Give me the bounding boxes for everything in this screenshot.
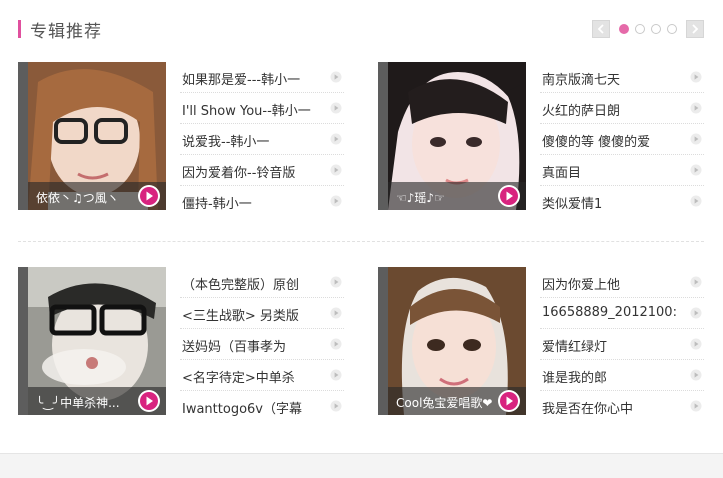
play-icon[interactable] [690, 338, 702, 350]
cover-play-button[interactable] [138, 185, 160, 207]
album-cover-caption: ☜♪瑶♪☞ [396, 191, 445, 205]
song-item[interactable]: 类似爱情1 [540, 186, 704, 217]
pager-dot-1[interactable] [619, 24, 629, 34]
play-icon[interactable] [690, 276, 702, 288]
song-title[interactable]: 南京版滴七天 [542, 69, 682, 88]
play-icon[interactable] [690, 369, 702, 381]
song-item[interactable]: 16658889_2012100: [540, 298, 704, 329]
song-title[interactable]: 我是否在你心中 [542, 398, 682, 417]
play-icon[interactable] [690, 195, 702, 207]
play-icon[interactable] [330, 276, 342, 288]
song-item[interactable]: 僵持-韩小一 [180, 186, 344, 217]
pager-dot-3[interactable] [651, 24, 661, 34]
play-icon[interactable] [690, 133, 702, 145]
song-item[interactable]: 送妈妈（百事孝为 [180, 329, 344, 360]
song-item[interactable]: 因为你爱上他 [540, 267, 704, 298]
song-item[interactable]: 我是否在你心中 [540, 391, 704, 422]
album-cover[interactable]: ☜♪瑶♪☞ [378, 62, 526, 210]
song-title[interactable]: 因为爱着你--铃音版 [182, 162, 322, 181]
prev-page-button[interactable] [592, 20, 610, 38]
album-card: ╰‿╯中单杀神... （本色完整版）原创 <三生战歌> 另类版 送妈妈（百事孝为… [18, 267, 344, 417]
song-item[interactable]: <名字待定>中单杀 [180, 360, 344, 391]
song-item[interactable]: <三生战歌> 另类版 [180, 298, 344, 329]
cover-play-button[interactable] [498, 185, 520, 207]
pager-dot-2[interactable] [635, 24, 645, 34]
song-title[interactable]: 类似爱情1 [542, 193, 682, 212]
pager-dot-4[interactable] [667, 24, 677, 34]
play-icon[interactable] [330, 195, 342, 207]
song-title[interactable]: 爱情红绿灯 [542, 336, 682, 355]
song-title[interactable]: 傻傻的等 傻傻的爱 [542, 131, 682, 150]
album-cover-caption: Cool兔宝爱唱歌❤ [396, 396, 492, 410]
song-item[interactable]: 说爱我--韩小一 [180, 124, 344, 155]
song-item[interactable]: I'll Show You--韩小一 [180, 93, 344, 124]
play-icon[interactable] [330, 400, 342, 412]
song-item[interactable]: （本色完整版）原创 [180, 267, 344, 298]
song-list: 因为你爱上他 16658889_2012100: 爱情红绿灯 谁是我的郎 我是否… [540, 267, 704, 422]
song-title[interactable]: <名字待定>中单杀 [182, 367, 322, 386]
song-title[interactable]: <三生战歌> 另类版 [182, 305, 322, 324]
song-title[interactable]: 真面目 [542, 162, 682, 181]
play-icon[interactable] [330, 369, 342, 381]
play-icon [500, 392, 518, 410]
album-cover[interactable]: 依依丶♫つ風ヽ [18, 62, 166, 210]
chevron-right-icon [692, 24, 699, 34]
section-title: 专辑推荐 [30, 22, 102, 42]
song-item[interactable]: 因为爱着你--铃音版 [180, 155, 344, 186]
cover-play-button[interactable] [138, 390, 160, 412]
song-title[interactable]: 因为你爱上他 [542, 274, 682, 293]
play-icon[interactable] [330, 338, 342, 350]
song-title[interactable]: 说爱我--韩小一 [182, 131, 322, 150]
play-icon[interactable] [330, 102, 342, 114]
play-icon[interactable] [690, 164, 702, 176]
song-list: 南京版滴七天 火红的萨日朗 傻傻的等 傻傻的爱 真面目 类似爱情1 [540, 62, 704, 217]
song-item[interactable]: Iwanttogo6v（字幕 [180, 391, 344, 422]
play-icon [500, 187, 518, 205]
carousel-pager [592, 20, 704, 38]
play-icon [140, 187, 158, 205]
cover-play-button[interactable] [498, 390, 520, 412]
play-icon[interactable] [690, 71, 702, 83]
play-icon[interactable] [690, 102, 702, 114]
song-item[interactable]: 南京版滴七天 [540, 62, 704, 93]
play-icon [140, 392, 158, 410]
album-cover-caption: 依依丶♫つ風ヽ [36, 191, 119, 205]
song-item[interactable]: 傻傻的等 傻傻的爱 [540, 124, 704, 155]
song-title[interactable]: 16658889_2012100: [542, 305, 682, 320]
song-item[interactable]: 谁是我的郎 [540, 360, 704, 391]
album-card: ☜♪瑶♪☞ 南京版滴七天 火红的萨日朗 傻傻的等 傻傻的爱 真面目 类似爱情1 [378, 62, 704, 212]
song-title[interactable]: 僵持-韩小一 [182, 193, 322, 212]
song-list: 如果那是爱---韩小一 I'll Show You--韩小一 说爱我--韩小一 … [180, 62, 344, 217]
play-icon[interactable] [330, 133, 342, 145]
album-card: Cool兔宝爱唱歌❤ 因为你爱上他 16658889_2012100: 爱情红绿… [378, 267, 704, 417]
play-icon[interactable] [690, 400, 702, 412]
album-cover-caption: ╰‿╯中单杀神... [36, 396, 120, 410]
song-title[interactable]: 如果那是爱---韩小一 [182, 69, 322, 88]
album-cover[interactable]: Cool兔宝爱唱歌❤ [378, 267, 526, 415]
section-divider [18, 241, 704, 242]
next-page-button[interactable] [686, 20, 704, 38]
play-icon[interactable] [330, 164, 342, 176]
play-icon[interactable] [690, 307, 702, 319]
header-accent-bar [18, 20, 21, 38]
song-list: （本色完整版）原创 <三生战歌> 另类版 送妈妈（百事孝为 <名字待定>中单杀 … [180, 267, 344, 422]
play-icon[interactable] [330, 71, 342, 83]
album-cover[interactable]: ╰‿╯中单杀神... [18, 267, 166, 415]
song-item[interactable]: 火红的萨日朗 [540, 93, 704, 124]
song-item[interactable]: 爱情红绿灯 [540, 329, 704, 360]
song-title[interactable]: Iwanttogo6v（字幕 [182, 398, 322, 417]
song-title[interactable]: 火红的萨日朗 [542, 100, 682, 119]
section-header: 专辑推荐 [18, 16, 708, 44]
footer-band [0, 453, 723, 478]
play-icon[interactable] [330, 307, 342, 319]
song-title[interactable]: 谁是我的郎 [542, 367, 682, 386]
song-title[interactable]: 送妈妈（百事孝为 [182, 336, 322, 355]
song-item[interactable]: 真面目 [540, 155, 704, 186]
song-title[interactable]: （本色完整版）原创 [182, 274, 322, 293]
chevron-left-icon [597, 24, 604, 34]
song-title[interactable]: I'll Show You--韩小一 [182, 100, 322, 119]
song-item[interactable]: 如果那是爱---韩小一 [180, 62, 344, 93]
album-card: 依依丶♫つ風ヽ 如果那是爱---韩小一 I'll Show You--韩小一 说… [18, 62, 344, 212]
